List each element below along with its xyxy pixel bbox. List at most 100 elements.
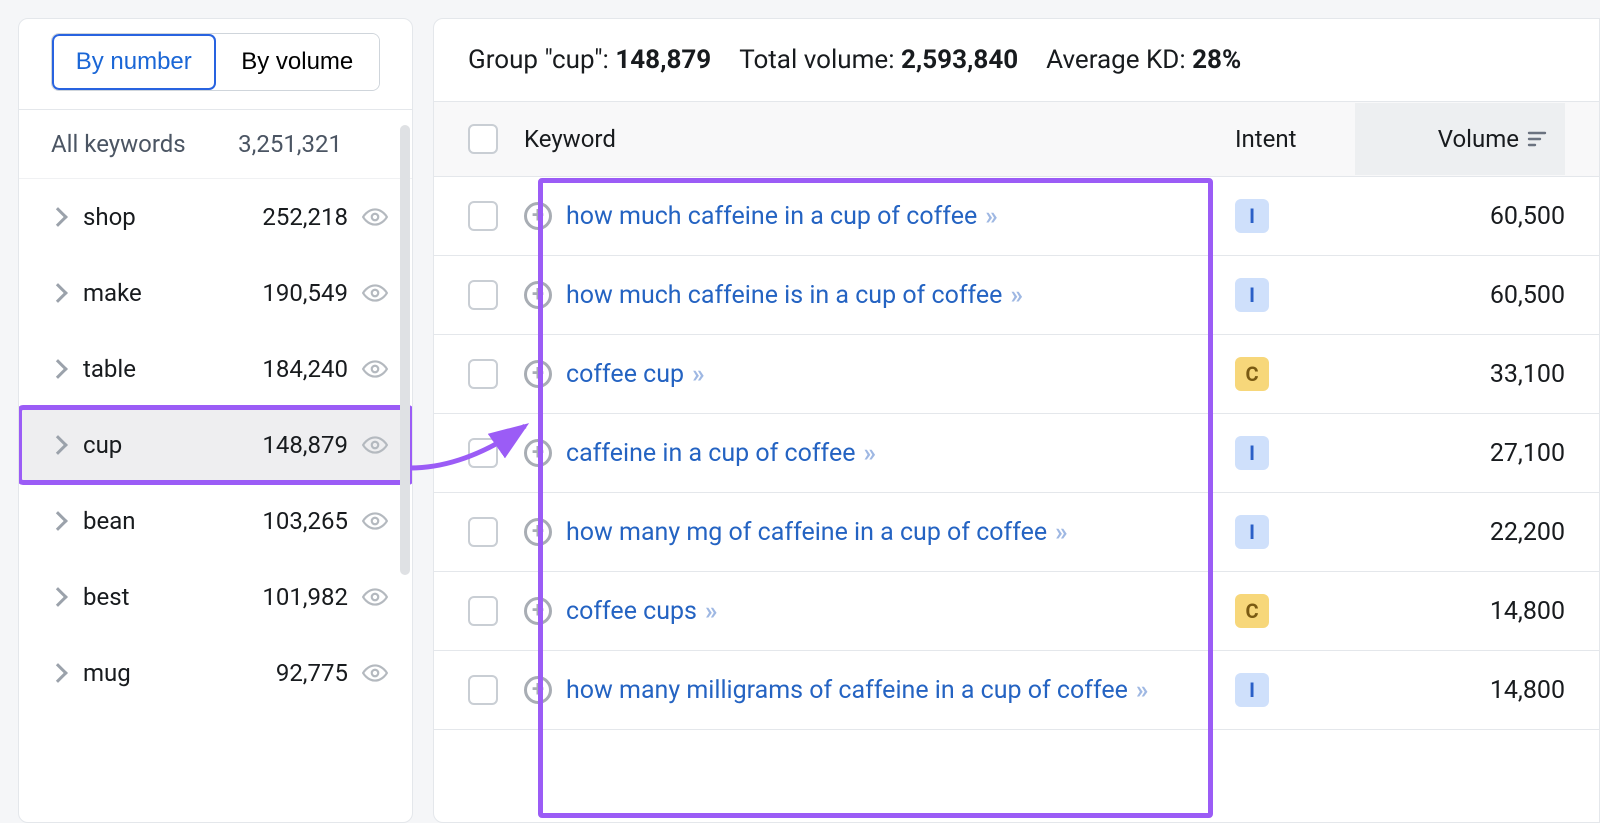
row-checkbox[interactable] [468, 280, 498, 310]
eye-icon[interactable] [362, 280, 388, 306]
intent-badge[interactable]: I [1235, 515, 1269, 549]
summary-group-value: 148,879 [615, 45, 711, 75]
sidebar-item-count: 148,879 [262, 431, 348, 459]
select-all-checkbox[interactable] [468, 124, 498, 154]
expand-icon[interactable] [524, 439, 552, 467]
sidebar-item-count: 103,265 [262, 507, 348, 535]
volume-cell: 22,200 [1355, 518, 1565, 547]
intent-badge[interactable]: C [1235, 357, 1269, 391]
chevron-double-right-icon: » [863, 439, 870, 468]
col-keyword[interactable]: Keyword [524, 125, 1235, 153]
intent-badge[interactable]: I [1235, 199, 1269, 233]
eye-icon[interactable] [362, 356, 388, 382]
summary-kd-label: Average KD: [1046, 45, 1186, 75]
expand-icon[interactable] [524, 360, 552, 388]
volume-cell: 33,100 [1355, 360, 1565, 389]
expand-icon[interactable] [524, 202, 552, 230]
col-intent[interactable]: Intent [1235, 125, 1355, 153]
sidebar-item-label: best [83, 583, 129, 611]
sidebar-item-shop[interactable]: shop252,218 [19, 179, 412, 255]
all-keywords-label: All keywords [51, 130, 186, 158]
row-checkbox[interactable] [468, 675, 498, 705]
intent-badge[interactable]: I [1235, 436, 1269, 470]
all-keywords-count: 3,251,321 [238, 130, 380, 158]
eye-icon[interactable] [362, 204, 388, 230]
row-checkbox[interactable] [468, 438, 498, 468]
results-panel: Group "cup": 148,879 Total volume: 2,593… [433, 18, 1600, 823]
sidebar-item-table[interactable]: table 184,240 [19, 331, 412, 407]
chevron-double-right-icon: » [1055, 518, 1062, 547]
sidebar-item-label: table [83, 355, 136, 383]
sidebar-scrollbar[interactable] [400, 125, 410, 575]
keyword-link[interactable]: how much caffeine in a cup of coffee» [566, 202, 992, 231]
eye-icon[interactable] [362, 508, 388, 534]
sidebar-item-count: 190,549 [262, 279, 348, 307]
table-row: how many milligrams of caffeine in a cup… [434, 651, 1599, 730]
chevron-right-icon [48, 587, 68, 607]
sidebar-item-count: 184,240 [262, 355, 348, 383]
table-row: coffee cup» C 33,100 [434, 335, 1599, 414]
toggle-by-number[interactable]: By number [52, 34, 216, 90]
eye-icon[interactable] [362, 584, 388, 610]
sidebar-item-best[interactable]: best 101,982 [19, 559, 412, 635]
sort-toggle: By number By volume [51, 33, 380, 91]
sidebar-item-label: bean [83, 507, 136, 535]
chevron-double-right-icon: » [985, 202, 992, 231]
col-volume-label: Volume [1438, 125, 1519, 153]
eye-icon[interactable] [362, 432, 388, 458]
sidebar-item-count: 92,775 [276, 659, 348, 687]
volume-cell: 14,800 [1355, 597, 1565, 626]
sort-desc-icon [1527, 131, 1547, 147]
summary-bar: Group "cup": 148,879 Total volume: 2,593… [434, 19, 1599, 102]
summary-total-label: Total volume: [739, 45, 894, 75]
sidebar-item-bean[interactable]: bean 103,265 [19, 483, 412, 559]
table-row: how many mg of caffeine in a cup of coff… [434, 493, 1599, 572]
summary-kd: Average KD: 28% [1046, 45, 1241, 75]
expand-icon[interactable] [524, 518, 552, 546]
row-checkbox[interactable] [468, 517, 498, 547]
sidebar-item-label: cup [83, 431, 122, 459]
sidebar-item-label: shop [83, 203, 136, 231]
keyword-link[interactable]: how many milligrams of caffeine in a cup… [566, 676, 1142, 705]
keyword-link[interactable]: coffee cups» [566, 597, 711, 626]
all-keywords-row[interactable]: All keywords 3,251,321 [19, 110, 412, 179]
chevron-right-icon [48, 435, 68, 455]
keyword-link[interactable]: coffee cup» [566, 360, 699, 389]
keyword-link[interactable]: how many mg of caffeine in a cup of coff… [566, 518, 1062, 547]
sidebar-item-count: 101,982 [262, 583, 348, 611]
table-row: coffee cups» C 14,800 [434, 572, 1599, 651]
sidebar-item-mug[interactable]: mug92,775 [19, 635, 412, 711]
table-body: how much caffeine in a cup of coffee» I 60… [434, 177, 1599, 822]
table-row: how much caffeine is in a cup of coffee»… [434, 256, 1599, 335]
col-volume[interactable]: Volume [1355, 103, 1565, 175]
intent-badge[interactable]: I [1235, 673, 1269, 707]
row-checkbox[interactable] [468, 596, 498, 626]
summary-total-value: 2,593,840 [901, 45, 1018, 75]
row-checkbox[interactable] [468, 359, 498, 389]
eye-icon[interactable] [362, 660, 388, 686]
table-row: caffeine in a cup of coffee»I27,100 [434, 414, 1599, 493]
sidebar-item-cup[interactable]: cup 148,879 [19, 407, 412, 483]
sidebar: By number By volume All keywords 3,251,3… [18, 18, 413, 823]
summary-kd-value: 28% [1192, 45, 1241, 75]
expand-icon[interactable] [524, 281, 552, 309]
chevron-double-right-icon: » [692, 360, 699, 389]
chevron-right-icon [48, 359, 68, 379]
toggle-by-volume[interactable]: By volume [216, 34, 380, 90]
keyword-link[interactable]: how much caffeine is in a cup of coffee» [566, 281, 1017, 310]
row-checkbox[interactable] [468, 201, 498, 231]
chevron-right-icon [48, 207, 68, 227]
expand-icon[interactable] [524, 676, 552, 704]
volume-cell: 60,500 [1355, 202, 1565, 231]
summary-group: Group "cup": 148,879 [468, 45, 711, 75]
table-row: how much caffeine in a cup of coffee» I 60… [434, 177, 1599, 256]
summary-total: Total volume: 2,593,840 [739, 45, 1018, 75]
intent-badge[interactable]: C [1235, 594, 1269, 628]
intent-badge[interactable]: I [1235, 278, 1269, 312]
keyword-group-list: All keywords 3,251,321 shop252,218make19… [19, 109, 412, 822]
chevron-double-right-icon: » [1010, 281, 1017, 310]
volume-cell: 60,500 [1355, 281, 1565, 310]
sidebar-item-make[interactable]: make190,549 [19, 255, 412, 331]
keyword-link[interactable]: caffeine in a cup of coffee» [566, 439, 870, 468]
expand-icon[interactable] [524, 597, 552, 625]
